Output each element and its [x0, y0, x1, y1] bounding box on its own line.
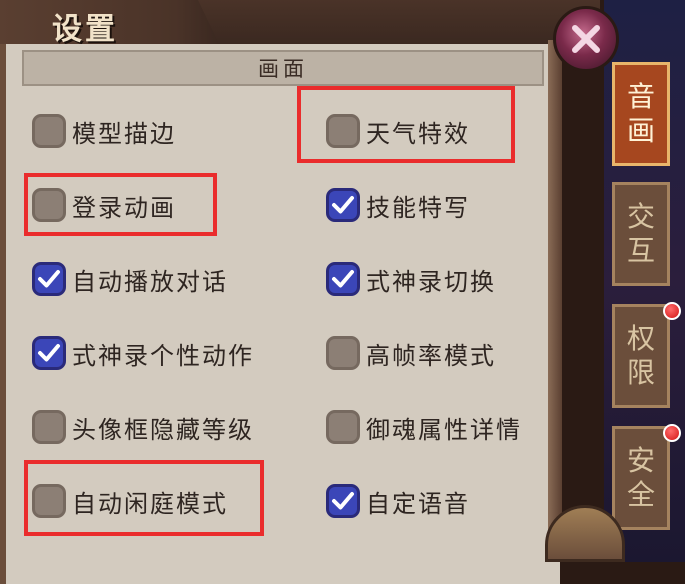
- tab-interaction[interactable]: 交 互: [612, 182, 670, 286]
- panel-edge: [548, 40, 562, 562]
- notification-dot: [663, 302, 681, 320]
- option-auto-play-dialogue[interactable]: 自动播放对话: [32, 259, 228, 299]
- tab-label-char: 音: [626, 80, 655, 113]
- option-label: 式神录切换: [366, 267, 496, 296]
- highlight-box-login: [24, 173, 217, 236]
- option-shikigami-switch[interactable]: 式神录切换: [326, 259, 496, 299]
- tab-label-char: 互: [626, 234, 655, 267]
- checkbox-checked[interactable]: [326, 484, 360, 518]
- option-soul-attribute-details[interactable]: 御魂属性详情: [326, 407, 522, 447]
- option-custom-voice[interactable]: 自定语音: [326, 481, 470, 521]
- title-bar: 设置: [0, 0, 600, 48]
- option-skill-closeup[interactable]: 技能特写: [326, 185, 470, 225]
- checkmark-icon: [332, 492, 354, 510]
- checkmark-icon: [332, 270, 354, 288]
- option-label: 式神录个性动作: [72, 341, 254, 370]
- checkmark-icon: [332, 196, 354, 214]
- close-button[interactable]: [553, 6, 619, 72]
- checkbox-checked[interactable]: [326, 188, 360, 222]
- highlight-box-idle: [24, 460, 264, 536]
- tab-label-char: 安: [626, 444, 655, 477]
- tab-label-char: 权: [626, 322, 655, 355]
- checkbox[interactable]: [32, 410, 66, 444]
- option-label: 自动播放对话: [72, 267, 228, 296]
- option-label: 头像框隐藏等级: [72, 415, 254, 444]
- checkbox-checked[interactable]: [32, 336, 66, 370]
- checkbox-checked[interactable]: [32, 262, 66, 296]
- highlight-box-weather: [297, 86, 515, 163]
- tab-label-char: 全: [626, 478, 655, 511]
- checkbox[interactable]: [32, 114, 66, 148]
- option-label: 自定语音: [366, 489, 470, 518]
- checkmark-icon: [38, 344, 60, 362]
- tab-display[interactable]: 音 画: [612, 62, 670, 166]
- checkmark-icon: [38, 270, 60, 288]
- option-label: 高帧率模式: [366, 341, 496, 370]
- option-shikigami-personal-action[interactable]: 式神录个性动作: [32, 333, 254, 373]
- tab-label-char: 画: [626, 114, 655, 147]
- window-title: 设置: [52, 12, 118, 47]
- checkbox[interactable]: [326, 336, 360, 370]
- option-label: 模型描边: [72, 119, 176, 148]
- tab-label-char: 限: [626, 356, 655, 389]
- close-x-icon: [572, 25, 600, 53]
- option-model-outline[interactable]: 模型描边: [32, 111, 176, 151]
- option-label: 御魂属性详情: [366, 415, 522, 444]
- notification-dot: [663, 424, 681, 442]
- checkbox-checked[interactable]: [326, 262, 360, 296]
- option-label: 技能特写: [366, 193, 470, 222]
- tab-label-char: 交: [626, 200, 655, 233]
- checkbox[interactable]: [326, 410, 360, 444]
- section-header-graphics: 画面: [22, 50, 544, 86]
- tab-permissions[interactable]: 权 限: [612, 304, 670, 408]
- option-high-framerate[interactable]: 高帧率模式: [326, 333, 496, 373]
- tab-security[interactable]: 安 全: [612, 426, 670, 530]
- option-hide-avatar-level[interactable]: 头像框隐藏等级: [32, 407, 254, 447]
